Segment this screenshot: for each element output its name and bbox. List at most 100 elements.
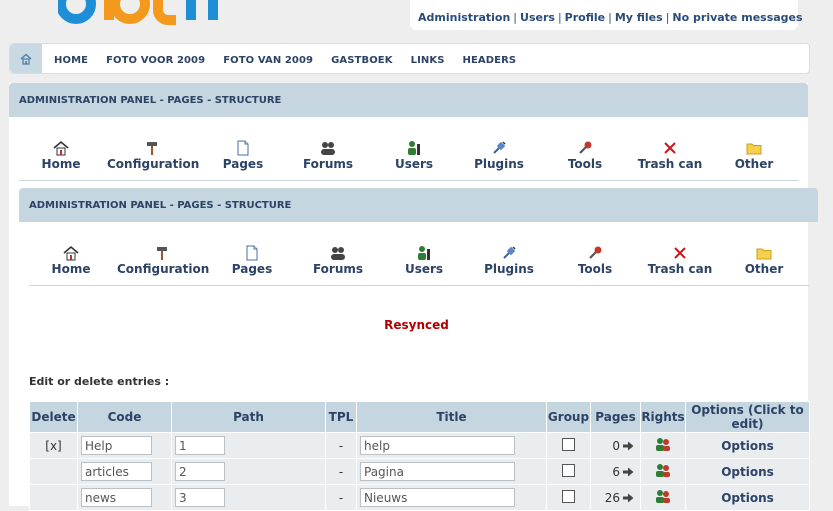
code-input[interactable]: [81, 488, 152, 507]
menu-label: Trash can: [647, 262, 713, 276]
menu-other[interactable]: Other: [709, 140, 799, 171]
arrow-right-icon[interactable]: [623, 493, 634, 503]
options-link[interactable]: Options: [721, 465, 774, 479]
home-icon: [53, 140, 69, 156]
path-input[interactable]: [175, 436, 225, 455]
nav-home[interactable]: HOME: [54, 55, 88, 66]
plug-icon: [493, 141, 506, 154]
rights-icon[interactable]: [655, 462, 671, 478]
options-link[interactable]: Options: [721, 439, 774, 453]
tools-icon: [589, 246, 602, 259]
title-input[interactable]: [360, 488, 515, 507]
menu-label: Configuration: [117, 262, 210, 276]
site-logo: [58, 0, 218, 25]
home-icon: [20, 53, 32, 65]
group-checkbox[interactable]: [562, 489, 575, 503]
tpl-value: -: [325, 432, 357, 459]
col-options: Options (Click to edit): [685, 401, 810, 433]
separator: |: [608, 11, 612, 24]
tpl-value: -: [325, 458, 357, 485]
menu-trash-can[interactable]: Trash can: [625, 140, 715, 171]
inner-admin-menu: Home Configuration Pages Forums Users Pl…: [26, 245, 816, 305]
menu-users[interactable]: Users: [379, 245, 469, 276]
rights-icon[interactable]: [655, 488, 671, 504]
group-checkbox[interactable]: [562, 463, 575, 477]
menu-label: Forums: [312, 262, 364, 276]
menu-label: Tools: [577, 262, 613, 276]
menu-plugins[interactable]: Plugins: [454, 140, 544, 171]
my-files-link[interactable]: My files: [615, 11, 663, 24]
panel-title: ADMINISTRATION PANEL - PAGES - STRUCTURE: [19, 94, 282, 106]
menu-label: Users: [394, 157, 434, 171]
col-code: Code: [77, 401, 172, 433]
col-rights: Rights: [640, 401, 686, 433]
code-input[interactable]: [81, 462, 152, 481]
panel-title: ADMINISTRATION PANEL - PAGES - STRUCTURE: [29, 199, 292, 211]
plug-icon: [503, 246, 516, 259]
page-icon: [237, 140, 249, 156]
code-input[interactable]: [81, 436, 152, 455]
trash-x-icon: [664, 142, 676, 154]
nav-foto-voor-2009[interactable]: FOTO VOOR 2009: [106, 55, 205, 66]
options-link[interactable]: Options: [721, 491, 774, 505]
separator: |: [665, 11, 670, 24]
menu-label: Users: [404, 262, 444, 276]
hammer-icon: [147, 142, 157, 155]
home-icon: [63, 245, 79, 261]
menu-pages[interactable]: Pages: [198, 140, 288, 171]
menu-other[interactable]: Other: [719, 245, 809, 276]
users-link[interactable]: Users: [520, 11, 555, 24]
separator: |: [513, 11, 518, 24]
path-input[interactable]: [175, 488, 225, 507]
menu-tools[interactable]: Tools: [550, 245, 640, 276]
menu-configuration[interactable]: Configuration: [117, 245, 210, 276]
menu-plugins[interactable]: Plugins: [464, 245, 554, 276]
table-row: - 26 Options: [29, 484, 810, 511]
menu-tools[interactable]: Tools: [540, 140, 630, 171]
col-title: Title: [356, 401, 547, 433]
menu-label: Pages: [222, 157, 264, 171]
col-path: Path: [171, 401, 326, 433]
profile-link[interactable]: Profile: [565, 11, 605, 24]
nav-home-button[interactable]: [10, 44, 42, 73]
arrow-right-icon[interactable]: [623, 441, 634, 451]
delete-link[interactable]: [x]: [45, 439, 61, 453]
nav-foto-van-2009[interactable]: FOTO VAN 2009: [223, 55, 313, 66]
menu-label: Other: [744, 262, 784, 276]
menu-label: Trash can: [637, 157, 703, 171]
menu-configuration[interactable]: Configuration: [107, 140, 200, 171]
administration-link[interactable]: Administration: [418, 11, 510, 24]
menu-trash-can[interactable]: Trash can: [635, 245, 725, 276]
menu-forums[interactable]: Forums: [293, 245, 383, 276]
tpl-value: -: [325, 484, 357, 511]
users-icon: [418, 246, 430, 260]
col-group: Group: [546, 401, 591, 433]
menu-forums[interactable]: Forums: [283, 140, 373, 171]
menu-pages[interactable]: Pages: [207, 245, 297, 276]
title-input[interactable]: [360, 462, 515, 481]
menu-label: Configuration: [107, 157, 200, 171]
arrow-right-icon[interactable]: [623, 467, 634, 477]
col-tpl: TPL: [325, 401, 357, 433]
menu-home[interactable]: Home: [26, 245, 116, 276]
title-input[interactable]: [360, 436, 515, 455]
private-messages-link[interactable]: No private messages: [672, 11, 802, 24]
pages-count: 0: [612, 438, 620, 453]
forums-icon: [321, 142, 335, 155]
nav-gastboek[interactable]: GASTBOEK: [331, 55, 392, 66]
group-checkbox[interactable]: [562, 437, 575, 451]
menu-home[interactable]: Home: [16, 140, 106, 171]
menu-users[interactable]: Users: [369, 140, 459, 171]
menu-label: Home: [41, 157, 81, 171]
users-icon: [408, 141, 420, 155]
path-input[interactable]: [175, 462, 225, 481]
pages-count: 6: [612, 464, 620, 479]
nav-headers[interactable]: HEADERS: [463, 55, 517, 66]
table-header-row: Delete Code Path TPL Title Group Pages R…: [29, 401, 810, 433]
nav-links[interactable]: LINKS: [411, 55, 445, 66]
menu-label: Pages: [231, 262, 273, 276]
main-navbar: HOME FOTO VOOR 2009 FOTO VAN 2009 GASTBOEK L…: [9, 43, 810, 74]
structure-table: Delete Code Path TPL Title Group Pages R…: [29, 401, 810, 511]
pages-count: 26: [604, 490, 620, 505]
rights-icon[interactable]: [655, 436, 671, 452]
